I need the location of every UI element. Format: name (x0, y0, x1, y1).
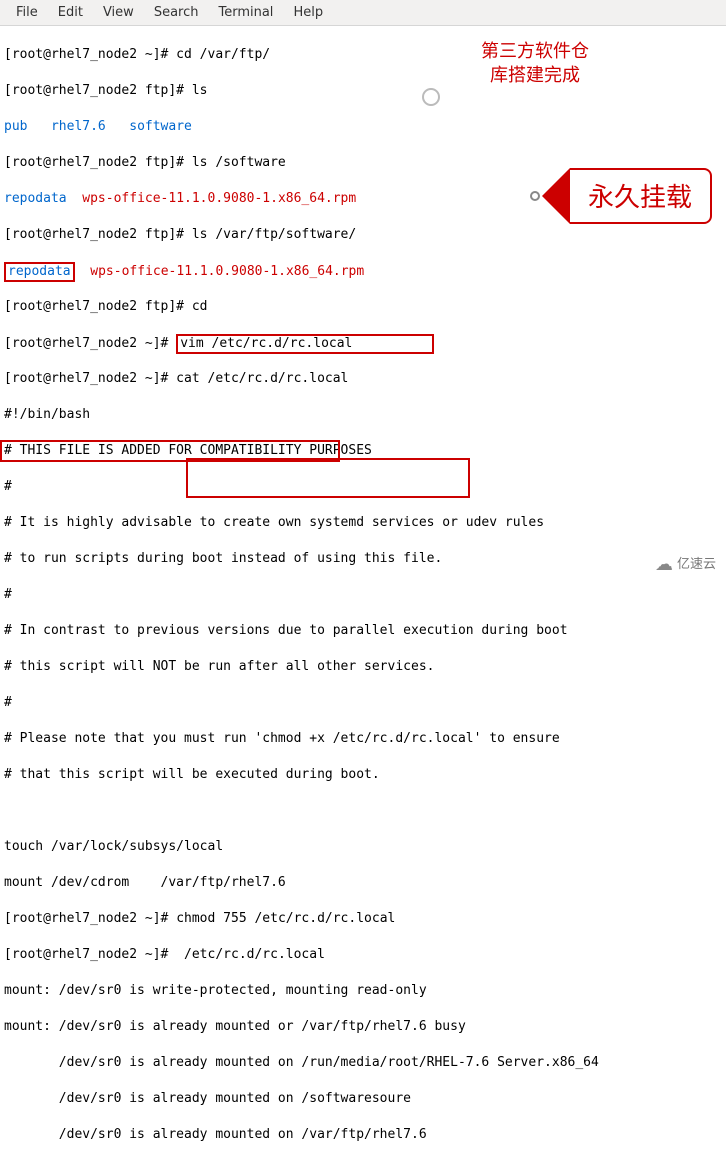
terminal-line: # It is highly advisable to create own s… (4, 514, 722, 532)
terminal-line: # to run scripts during boot instead of … (4, 550, 722, 568)
terminal-line: # Please note that you must run 'chmod +… (4, 730, 722, 748)
rpm-file: wps-office-11.1.0.9080-1.x86_64.rpm (82, 191, 356, 206)
menu-help[interactable]: Help (283, 2, 333, 24)
menu-view[interactable]: View (93, 2, 144, 24)
highlight-repodata: repodata (4, 262, 75, 282)
terminal-line: # (4, 694, 722, 712)
dir-name: repodata (8, 264, 71, 279)
terminal-line: pub rhel7.6 software (4, 118, 722, 136)
prompt: [root@rhel7_node2 ~] (4, 947, 161, 962)
dir-name: software (129, 119, 192, 134)
annotation-text: 库搭建完成 (470, 62, 600, 86)
annotation-permanent-mount: 永久挂载 (530, 168, 712, 224)
terminal-line: repodata wps-office-11.1.0.9080-1.x86_64… (4, 262, 722, 280)
terminal-line: mount /dev/cdrom /var/ftp/rhel7.6 (4, 874, 722, 892)
menu-file[interactable]: File (6, 2, 48, 24)
cmd: # chmod 755 /etc/rc.d/rc.local (161, 911, 396, 926)
terminal-line: [root@rhel7_node2 ~]# chmod 755 /etc/rc.… (4, 910, 722, 928)
menubar: File Edit View Search Terminal Help (0, 0, 726, 26)
tag-arrow-icon (542, 168, 570, 224)
menu-search[interactable]: Search (144, 2, 209, 24)
terminal-line: [root@rhel7_node2 ~]# vim /etc/rc.d/rc.l… (4, 334, 722, 352)
terminal-line: [root@rhel7_node2 ~]# cat /etc/rc.d/rc.l… (4, 370, 722, 388)
terminal-line (4, 802, 722, 820)
terminal-line: [root@rhel7_node2 ~]# cd /var/ftp/ (4, 46, 722, 64)
highlight-chmod-block (186, 458, 470, 498)
menu-edit[interactable]: Edit (48, 2, 93, 24)
watermark: ☁ 亿速云 (655, 555, 716, 573)
terminal-line: [root@rhel7_node2 ftp]# ls /var/ftp/soft… (4, 226, 722, 244)
terminal-line: [root@rhel7_node2 ~]# /etc/rc.d/rc.local (4, 946, 722, 964)
dir-name: pub (4, 119, 27, 134)
annotation-text: 第三方软件仓 (470, 38, 600, 62)
prompt: [root@rhel7_node2 ~] (4, 911, 161, 926)
terminal-line: # that this script will be executed duri… (4, 766, 722, 784)
highlight-vim-cmd: vim /etc/rc.d/rc.local (176, 334, 434, 354)
annotation-repo-built: 第三方软件仓 库搭建完成 (470, 38, 600, 86)
terminal-line: mount: /dev/sr0 is already mounted or /v… (4, 1018, 722, 1036)
terminal-line: # (4, 586, 722, 604)
terminal-line: [root@rhel7_node2 ftp]# ls (4, 82, 722, 100)
tag-dot-icon (530, 191, 540, 201)
terminal-line: /dev/sr0 is already mounted on /var/ftp/… (4, 1126, 722, 1144)
terminal-line: # In contrast to previous versions due t… (4, 622, 722, 640)
terminal-line: /dev/sr0 is already mounted on /software… (4, 1090, 722, 1108)
cmd: # /etc/rc.d/rc.local (161, 947, 325, 962)
terminal-line: [root@rhel7_node2 ftp]# cd (4, 298, 722, 316)
terminal-line: #!/bin/bash (4, 406, 722, 424)
dir-name: rhel7.6 (51, 119, 106, 134)
tag-label: 永久挂载 (570, 168, 712, 224)
watermark-text: 亿速云 (677, 555, 716, 573)
terminal-line: touch /var/lock/subsys/local (4, 838, 722, 856)
dir-name: repodata (4, 191, 67, 206)
terminal-line: # this script will NOT be run after all … (4, 658, 722, 676)
menu-terminal[interactable]: Terminal (208, 2, 283, 24)
rpm-file: wps-office-11.1.0.9080-1.x86_64.rpm (90, 264, 364, 279)
cloud-icon: ☁ (655, 555, 673, 573)
prompt: [root@rhel7_node2 ~]# (4, 336, 176, 351)
terminal-line: mount: /dev/sr0 is write-protected, moun… (4, 982, 722, 1000)
terminal-line: /dev/sr0 is already mounted on /run/medi… (4, 1054, 722, 1072)
connector-node-icon (422, 88, 440, 106)
